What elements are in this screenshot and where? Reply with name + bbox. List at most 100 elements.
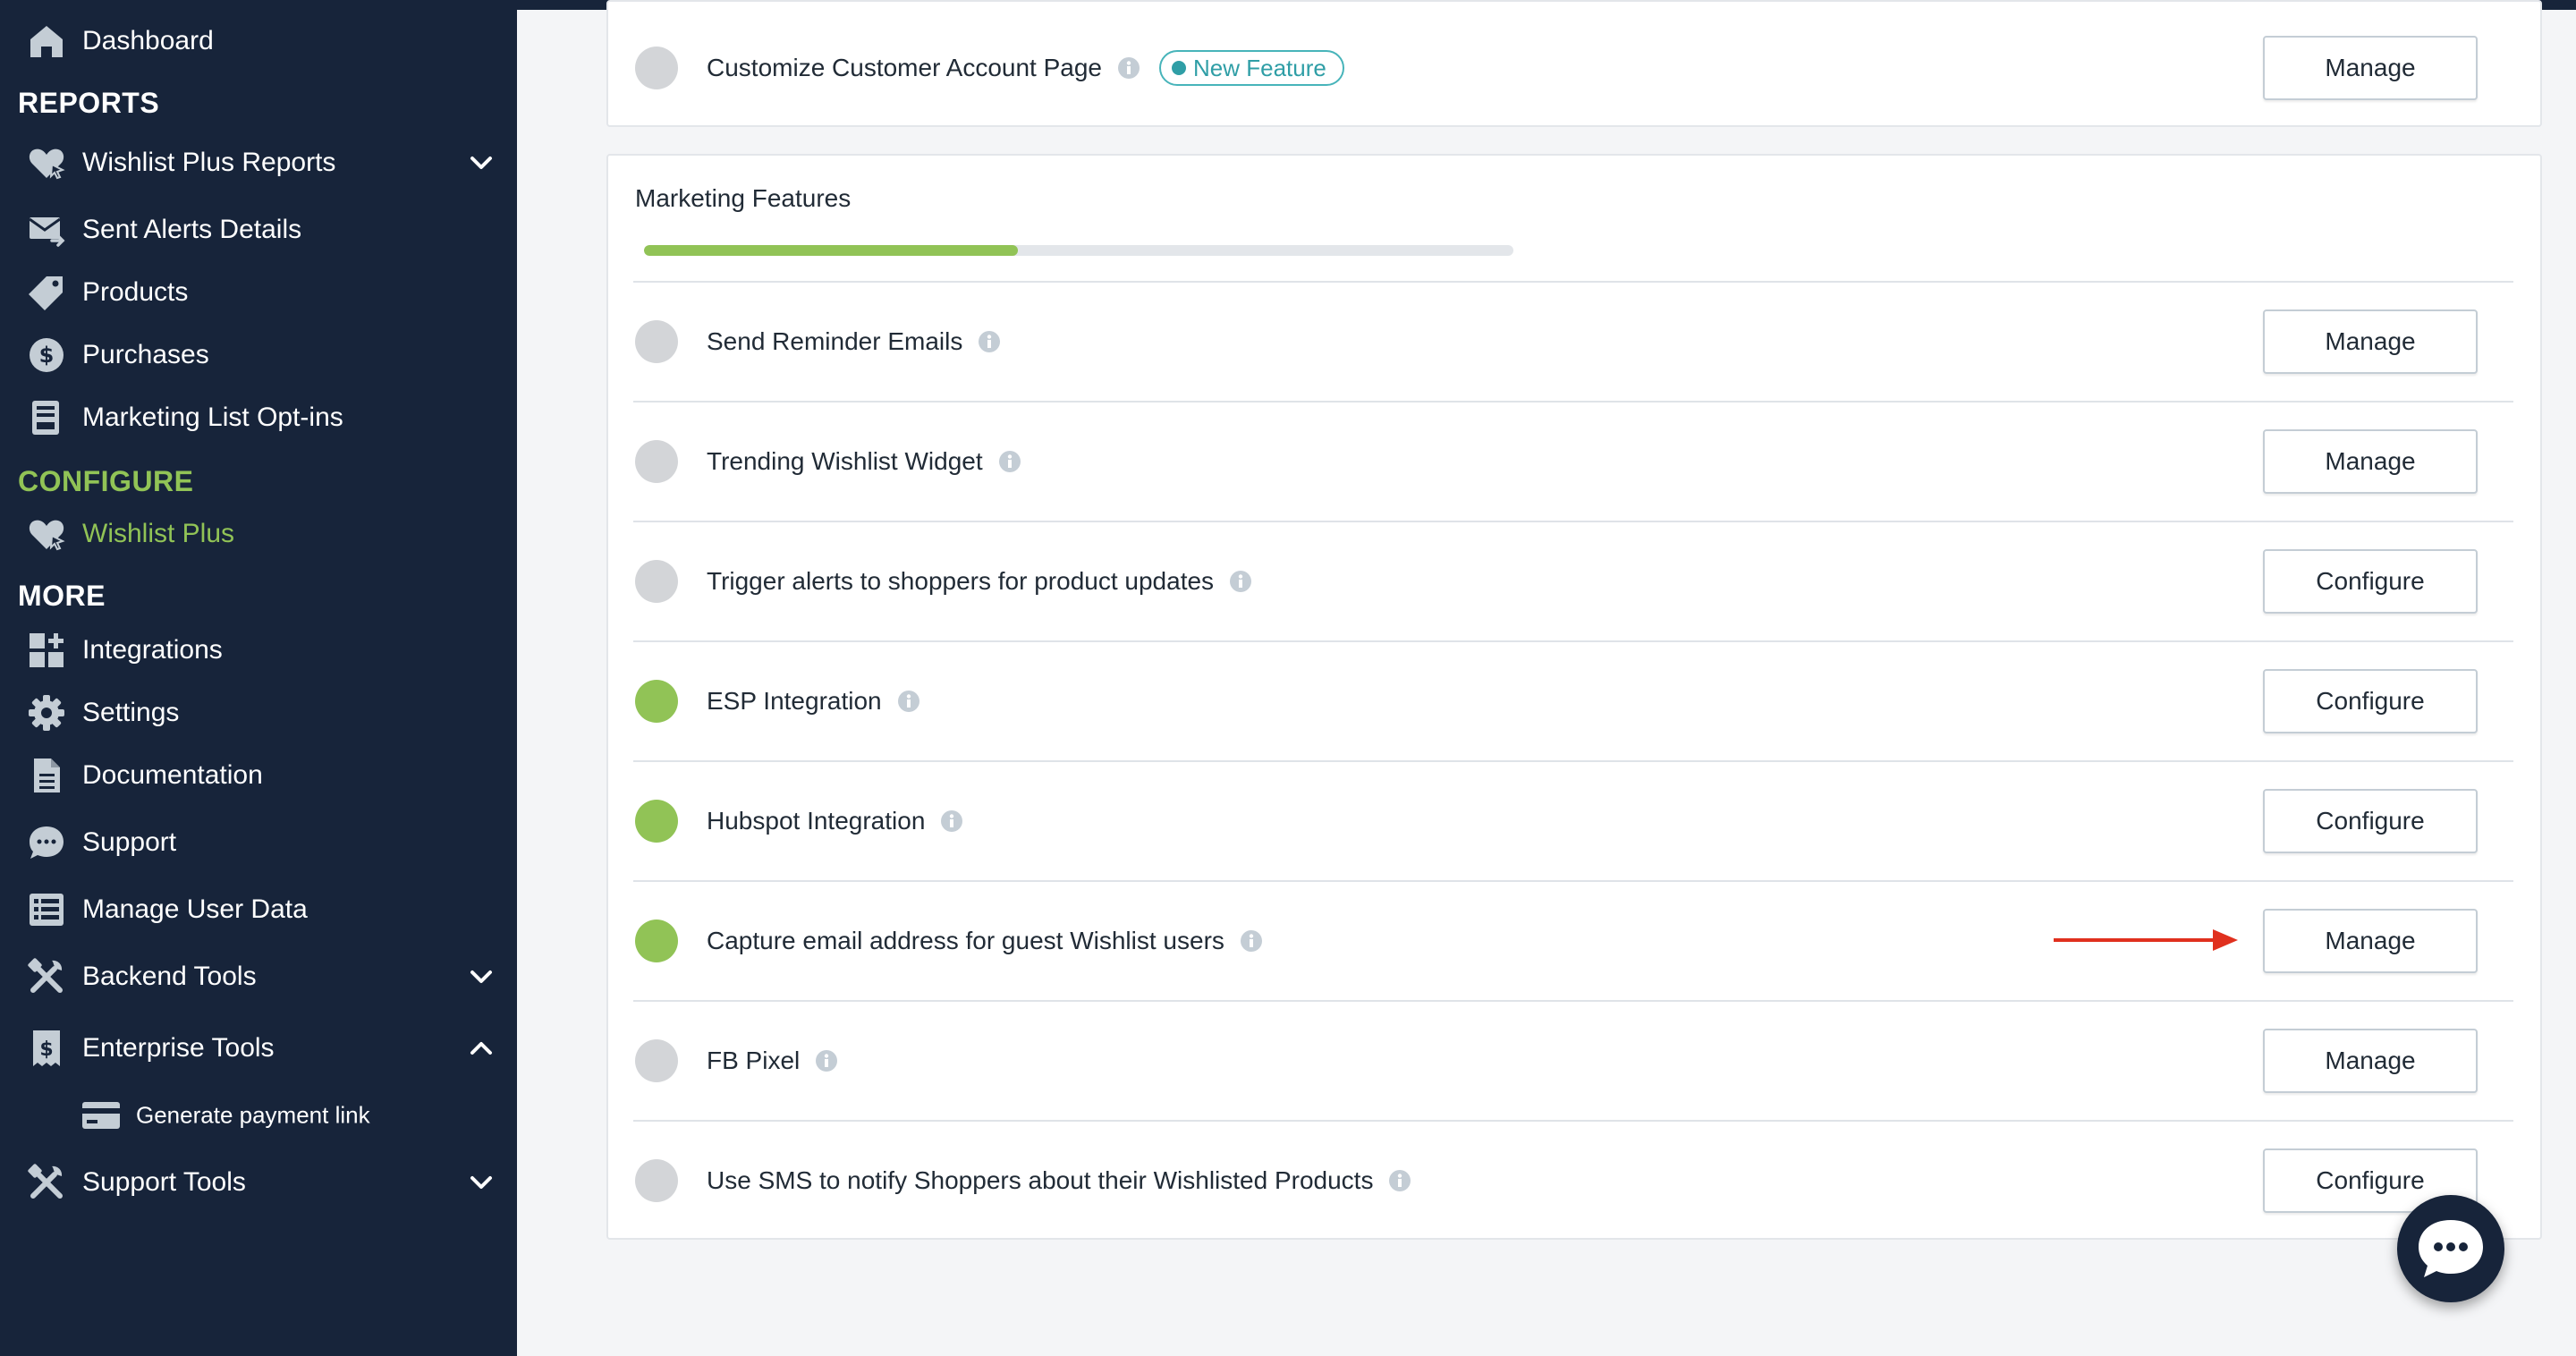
feature-label: Trigger alerts to shoppers for product u… [707, 567, 1215, 595]
status-dot [635, 1159, 678, 1202]
feature-row: Use SMS to notify Shoppers about their W… [633, 1120, 2513, 1240]
sidebar-item-sent-alerts-details[interactable]: Sent Alerts Details [0, 203, 517, 257]
feature-label: Capture email address for guest Wishlist… [707, 927, 1224, 954]
manage-button[interactable]: Manage [2263, 429, 2478, 494]
heart-icon [27, 143, 66, 182]
status-dot [635, 47, 678, 89]
home-icon [27, 21, 66, 61]
configure-button[interactable]: Configure [2263, 549, 2478, 614]
inbox-icon [27, 398, 66, 437]
dollar-icon: $ [27, 335, 66, 375]
progress-fill [644, 245, 1018, 256]
status-dot [635, 560, 678, 603]
chat-icon [27, 823, 66, 862]
gear-icon [27, 693, 66, 733]
manage-button[interactable]: Manage [2263, 909, 2478, 973]
sidebar-item-label: Settings [82, 698, 180, 727]
sidebar-item-marketing-list-opt-ins[interactable]: Marketing List Opt-ins [0, 391, 517, 445]
more-section-header: MORE [18, 580, 106, 612]
sidebar-item-label: Wishlist Plus [82, 519, 235, 548]
info-icon[interactable] [939, 809, 964, 834]
sidebar-item-support-tools[interactable]: Support Tools [0, 1156, 517, 1209]
sidebar-item-label: Manage User Data [82, 894, 308, 924]
sidebar-item-documentation[interactable]: Documentation [0, 749, 517, 802]
sidebar-item-purchases[interactable]: $ Purchases [0, 328, 517, 382]
feature-label: Trending Wishlist Widget [707, 447, 983, 475]
manage-button[interactable]: Manage [2263, 1029, 2478, 1093]
status-dot [635, 800, 678, 843]
sidebar-item-manage-user-data[interactable]: Manage User Data [0, 883, 517, 936]
info-icon[interactable] [896, 689, 921, 714]
sidebar-item-label: Sent Alerts Details [82, 215, 302, 244]
sidebar-item-label: Wishlist Plus Reports [82, 148, 336, 177]
sidebar-item-wishlist-plus[interactable]: Wishlist Plus [0, 507, 517, 561]
configure-button[interactable]: Configure [2263, 669, 2478, 733]
chat-launcher-button[interactable] [2397, 1195, 2504, 1302]
feature-row: ESP Integration Configure [633, 640, 2513, 760]
info-icon[interactable] [1239, 928, 1264, 953]
feature-row: Send Reminder Emails Manage [633, 281, 2513, 401]
tools-icon [27, 1163, 66, 1202]
sidebar-item-backend-tools[interactable]: Backend Tools [0, 950, 517, 1004]
badge-dot [1171, 61, 1186, 75]
badge-label: New Feature [1192, 54, 1326, 81]
sidebar-item-products[interactable]: Products [0, 266, 517, 319]
feature-label: ESP Integration [707, 687, 882, 715]
feature-row: FB Pixel Manage [633, 1000, 2513, 1120]
info-icon[interactable] [977, 329, 1002, 354]
info-icon[interactable] [814, 1048, 839, 1073]
configure-button[interactable]: Configure [2263, 789, 2478, 853]
sidebar-item-label: Products [82, 277, 189, 307]
status-dot [635, 320, 678, 363]
feature-row: Trigger alerts to shoppers for product u… [633, 521, 2513, 640]
status-dot [635, 920, 678, 962]
sidebar-item-label: Integrations [82, 635, 223, 665]
sidebar-item-label: Documentation [82, 760, 263, 790]
svg-text:$: $ [39, 1038, 53, 1061]
feature-label: FB Pixel [707, 1047, 801, 1074]
status-dot [635, 680, 678, 723]
heart-icon [27, 514, 66, 554]
chevron-down-icon[interactable] [463, 959, 499, 995]
svg-text:$: $ [39, 343, 55, 368]
sidebar-item-label: Support Tools [82, 1167, 246, 1197]
sidebar-item-label: Dashboard [82, 26, 214, 55]
tools-icon [27, 957, 66, 996]
sidebar-item-label: Marketing List Opt-ins [82, 403, 343, 432]
list-icon [27, 890, 66, 929]
sidebar-item-enterprise-tools[interactable]: $ Enterprise Tools [0, 1021, 517, 1075]
info-icon[interactable] [1387, 1168, 1412, 1193]
chevron-down-icon[interactable] [463, 145, 499, 181]
info-icon[interactable] [997, 449, 1022, 474]
progress-bar [644, 245, 1513, 256]
sidebar-item-dashboard[interactable]: Dashboard [0, 14, 517, 68]
sidebar-item-label: Backend Tools [82, 962, 257, 991]
sidebar-item-label: Generate payment link [136, 1101, 370, 1129]
sidebar-item-generate-payment-link[interactable]: Generate payment link [0, 1089, 517, 1142]
sidebar-item-wishlist-plus-reports[interactable]: Wishlist Plus Reports [0, 136, 517, 190]
section-title: Marketing Features [635, 184, 852, 212]
sidebar-item-settings[interactable]: Settings [0, 686, 517, 740]
document-icon [27, 756, 66, 795]
info-icon[interactable] [1116, 55, 1141, 81]
feature-row-customize-account-page: Customize Customer Account Page New Feat… [633, 9, 2513, 127]
new-feature-badge: New Feature [1158, 50, 1344, 86]
status-dot [635, 440, 678, 483]
manage-button[interactable]: Manage [2263, 36, 2478, 100]
info-icon[interactable] [1228, 569, 1253, 594]
sidebar-item-support[interactable]: Support [0, 816, 517, 869]
chevron-up-icon[interactable] [463, 1030, 499, 1066]
manage-button[interactable]: Manage [2263, 309, 2478, 374]
sidebar-item-label: Enterprise Tools [82, 1033, 275, 1063]
configure-section-header: CONFIGURE [18, 465, 194, 497]
arrow-right-icon [2054, 929, 2238, 951]
sidebar-item-label: Purchases [82, 340, 209, 369]
grid-plus-icon [27, 631, 66, 670]
feature-label: Hubspot Integration [707, 807, 926, 835]
sidebar-item-integrations[interactable]: Integrations [0, 623, 517, 677]
chevron-down-icon[interactable] [463, 1165, 499, 1200]
reports-section-header: REPORTS [18, 87, 160, 119]
receipt-dollar-icon: $ [27, 1029, 66, 1068]
feature-label: Send Reminder Emails [707, 327, 963, 355]
credit-card-icon [80, 1095, 122, 1136]
